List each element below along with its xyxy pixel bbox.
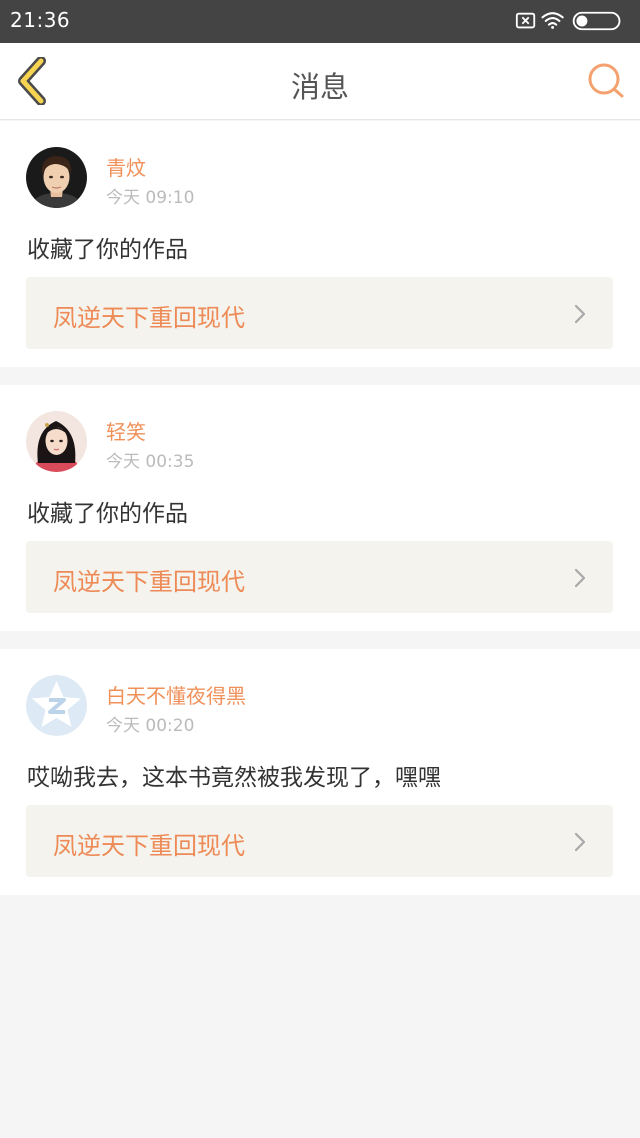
message-card: 青炆 今天 09:10 收藏了你的作品 凤逆天下重回现代 bbox=[0, 121, 640, 367]
message-card: 轻笑 今天 00:35 收藏了你的作品 凤逆天下重回现代 bbox=[0, 385, 640, 631]
chevron-right-icon bbox=[574, 304, 586, 324]
status-icons bbox=[515, 11, 621, 31]
avatar[interactable] bbox=[26, 675, 87, 736]
book-title: 凤逆天下重回现代 bbox=[53, 568, 245, 596]
sim-x-icon bbox=[515, 12, 536, 29]
book-link[interactable]: 凤逆天下重回现代 bbox=[26, 277, 613, 349]
message-time: 今天 09:10 bbox=[106, 188, 195, 208]
avatar[interactable] bbox=[26, 411, 87, 472]
nav-bar: 消息 bbox=[0, 43, 640, 120]
user-name[interactable]: 白天不懂夜得黑 bbox=[106, 680, 246, 709]
message-time: 今天 00:20 bbox=[106, 716, 195, 736]
message-time: 今天 00:35 bbox=[106, 452, 195, 472]
male-avatar-icon bbox=[26, 147, 87, 208]
avatar[interactable] bbox=[26, 147, 87, 208]
book-link[interactable]: 凤逆天下重回现代 bbox=[26, 805, 613, 877]
message-card: 白天不懂夜得黑 今天 00:20 哎呦我去，这本书竟然被我发现了，嘿嘿 凤逆天下… bbox=[0, 649, 640, 895]
female-avatar-icon bbox=[26, 411, 87, 472]
chevron-right-icon bbox=[574, 568, 586, 588]
status-bar: 21:36 bbox=[0, 0, 640, 43]
book-title: 凤逆天下重回现代 bbox=[53, 304, 245, 332]
status-time: 21:36 bbox=[10, 8, 71, 32]
message-text: 收藏了你的作品 bbox=[27, 501, 188, 527]
message-text: 收藏了你的作品 bbox=[27, 237, 188, 263]
book-link[interactable]: 凤逆天下重回现代 bbox=[26, 541, 613, 613]
book-title: 凤逆天下重回现代 bbox=[53, 832, 245, 860]
page-title: 消息 bbox=[290, 70, 349, 104]
chevron-right-icon bbox=[574, 832, 586, 852]
search-icon[interactable] bbox=[586, 61, 626, 101]
wifi-icon bbox=[541, 12, 564, 29]
user-name[interactable]: 轻笑 bbox=[106, 416, 146, 445]
user-name[interactable]: 青炆 bbox=[106, 152, 146, 181]
battery-icon bbox=[572, 11, 621, 31]
default-avatar-icon bbox=[26, 675, 87, 736]
message-text: 哎呦我去，这本书竟然被我发现了，嘿嘿 bbox=[27, 765, 441, 791]
